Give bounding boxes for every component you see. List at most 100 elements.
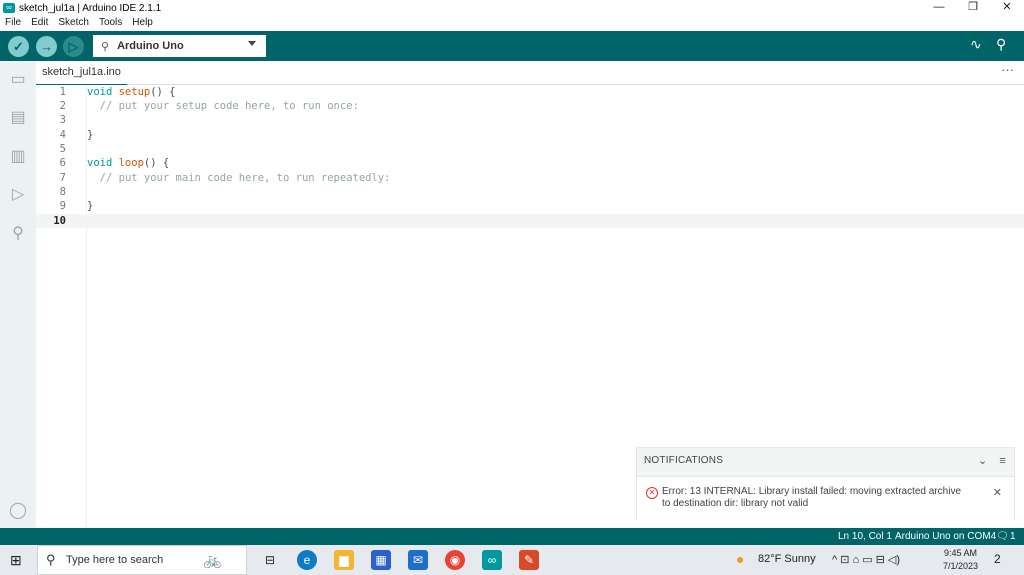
collapse-icon[interactable]: ⌄: [978, 448, 987, 474]
debug-button[interactable]: ▷: [63, 36, 84, 57]
notification-message: Error: 13 INTERNAL: Library install fail…: [662, 486, 962, 509]
library-manager-icon[interactable]: ▥: [8, 147, 28, 167]
tab-sketch-ino[interactable]: sketch_jul1a.ino: [36, 61, 127, 85]
time: 9:45 AM: [943, 548, 977, 558]
store-icon[interactable]: ▦: [371, 550, 391, 570]
arduino-app-icon[interactable]: ∞: [482, 550, 502, 570]
menu-tools[interactable]: Tools: [94, 16, 127, 30]
weather-text[interactable]: 82°F Sunny: [758, 553, 816, 565]
debug-icon: ▷: [68, 39, 79, 54]
serial-monitor-button[interactable]: ⚲: [996, 36, 1006, 53]
status-bar: Ln 10, Col 1 Arduino Uno on COM4 🗨 1: [0, 528, 1024, 545]
code-text: }: [87, 129, 94, 141]
usb-icon: ⚲: [101, 40, 110, 53]
arrow-right-icon: →: [40, 39, 53, 54]
menu-file[interactable]: File: [0, 16, 26, 30]
boards-manager-icon[interactable]: ▤: [8, 108, 28, 128]
code-line: 1 void setup() {: [36, 85, 1024, 99]
sketchbook-icon[interactable]: ▭: [8, 70, 28, 90]
chevron-down-icon: [248, 41, 256, 46]
code-line: 9 }: [36, 199, 1024, 213]
keyword: void: [87, 157, 119, 169]
mail-icon[interactable]: ✉: [408, 550, 428, 570]
notification-item: ✕ Error: 13 INTERNAL: Library install fa…: [637, 476, 1014, 521]
menu-edit[interactable]: Edit: [26, 16, 53, 30]
maximize-button[interactable]: ❐: [956, 0, 990, 16]
debug-panel-icon[interactable]: ▷: [8, 185, 28, 205]
code-line: 7 // put your main code here, to run rep…: [36, 171, 1024, 185]
close-notification-icon[interactable]: ✕: [993, 486, 1002, 499]
cursor-position[interactable]: Ln 10, Col 1: [838, 531, 892, 542]
comment: // put your main code here, to run repea…: [99, 172, 391, 184]
serial-monitor-icon: ⚲: [996, 36, 1007, 52]
code-rest: () {: [150, 86, 176, 98]
windows-taskbar: ⊞ ⚲ Type here to search 🚲 ⊟ e ▆ ▦ ✉ ◉ ∞ …: [0, 545, 1024, 575]
checkmark-icon: ✓: [13, 39, 24, 54]
notifications-title: NOTIFICATIONS: [644, 455, 724, 466]
code-line: 2 // put your setup code here, to run on…: [36, 99, 1024, 113]
line-number: 3: [59, 114, 66, 126]
start-icon[interactable]: ⊞: [10, 552, 22, 569]
window-controls: — ❐ ✕: [922, 0, 1024, 16]
upload-button[interactable]: →: [36, 36, 57, 57]
function-name: loop: [118, 157, 144, 169]
code-text: void loop() {: [87, 156, 169, 170]
code-rest: () {: [143, 157, 170, 169]
code-text: // put your main code here, to run repea…: [87, 171, 391, 185]
clock[interactable]: 9:45 AM 7/1/2023: [943, 547, 978, 573]
keyword: void: [87, 86, 119, 98]
task-view-icon[interactable]: ⊟: [260, 550, 280, 570]
notifications-panel: NOTIFICATIONS ⌄ ≡ ✕ Error: 13 INTERNAL: …: [636, 447, 1015, 521]
app-icon[interactable]: ✎: [519, 550, 539, 570]
date: 7/1/2023: [942, 561, 978, 571]
search-icon: ⚲: [46, 552, 56, 567]
code-line: 8: [36, 185, 1024, 199]
line-number: 9: [59, 200, 66, 212]
bicycle-icon: 🚲: [203, 552, 222, 569]
minimize-button[interactable]: —: [922, 0, 956, 16]
sidebar: ▭ ▤ ▥ ▷ ⚲ ◯: [0, 61, 36, 528]
menu-help[interactable]: Help: [127, 16, 158, 30]
error-icon: ✕: [646, 487, 658, 499]
search-placeholder: Type here to search: [66, 554, 164, 566]
code-line: 5: [36, 142, 1024, 156]
serial-plotter-button[interactable]: ∿: [970, 36, 982, 53]
system-tray-icons[interactable]: ^ ⊡ ⌂ ▭ ⊟ ◁): [832, 553, 900, 566]
file-explorer-icon[interactable]: ▆: [334, 550, 354, 570]
line-number: 4: [59, 129, 66, 141]
search-icon[interactable]: ⚲: [8, 224, 28, 244]
code-text: // put your setup code here, to run once…: [87, 99, 359, 113]
current-code-line: 10: [36, 214, 1024, 228]
notification-count: 1: [1010, 531, 1016, 542]
serial-plotter-icon: ∿: [970, 36, 982, 52]
comment: // put your setup code here, to run once…: [99, 100, 359, 112]
board-port-status[interactable]: Arduino Uno on COM4: [895, 531, 996, 542]
line-number: 2: [59, 100, 66, 112]
taskbar-search[interactable]: ⚲ Type here to search 🚲: [37, 545, 247, 575]
line-number: 5: [59, 143, 66, 155]
function-name: setup: [118, 86, 151, 98]
chrome-icon[interactable]: ◉: [445, 550, 465, 570]
code-rest: [87, 100, 100, 112]
board-selector[interactable]: ⚲ Arduino Uno: [93, 35, 266, 57]
board-name: Arduino Uno: [117, 40, 184, 52]
code-rest: [87, 172, 100, 184]
clear-all-icon[interactable]: ≡: [999, 448, 1006, 474]
code-text: void setup() {: [87, 85, 176, 99]
notification-bell-icon[interactable]: 🗨: [996, 531, 1009, 542]
menu-sketch[interactable]: Sketch: [53, 16, 94, 30]
verify-button[interactable]: ✓: [8, 36, 29, 57]
code-text: }: [87, 200, 94, 212]
edge-icon[interactable]: e: [297, 550, 317, 570]
editor-tabbar: sketch_jul1a.ino ···: [36, 61, 1024, 85]
sun-icon: ●: [736, 551, 745, 567]
action-center-icon[interactable]: 2: [994, 552, 1001, 566]
close-button[interactable]: ✕: [990, 0, 1024, 16]
line-number: 10: [53, 215, 66, 227]
line-number: 1: [59, 86, 66, 98]
more-options-icon[interactable]: ···: [1001, 62, 1014, 77]
code-line: 4 }: [36, 128, 1024, 142]
line-number: 8: [59, 186, 66, 198]
profile-icon[interactable]: ◯: [8, 501, 28, 521]
window-title: sketch_jul1a | Arduino IDE 2.1.1: [19, 2, 162, 14]
